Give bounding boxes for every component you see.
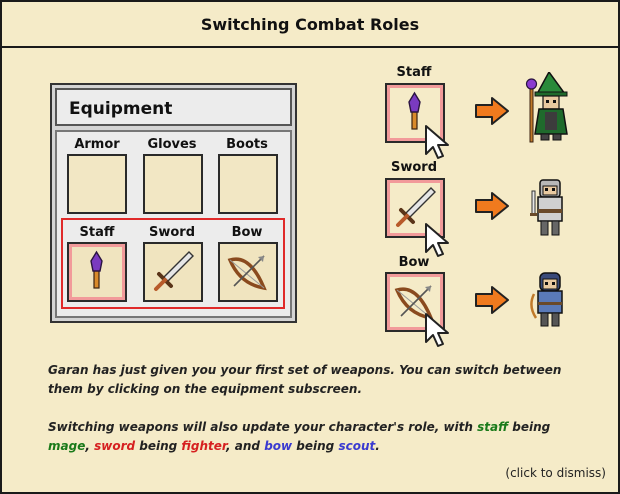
gloves-label: Gloves <box>147 137 197 152</box>
bow-slot[interactable] <box>218 242 278 302</box>
staff-slot[interactable] <box>67 242 127 302</box>
info-line-1: Garan has just given you your first set … <box>48 363 562 396</box>
gloves-slot[interactable] <box>143 154 203 214</box>
bow-label: Bow <box>231 225 263 240</box>
info-line-2: Switching weapons will also update your … <box>48 418 588 456</box>
right-arrow-icon <box>475 192 509 220</box>
sword-word: sword <box>94 439 136 453</box>
mage-character <box>525 72 568 143</box>
period-text: . <box>375 439 380 453</box>
right-arrow-icon <box>475 97 509 125</box>
armor-slot[interactable] <box>67 154 127 214</box>
scout-character <box>530 272 563 327</box>
sword-slot[interactable] <box>143 242 203 302</box>
mage-word: mage <box>48 439 86 453</box>
dismiss-hint[interactable]: (click to dismiss) <box>505 466 606 480</box>
bow-icon <box>227 255 267 291</box>
staff-word: staff <box>477 420 509 434</box>
being-text: being <box>508 420 555 434</box>
role-sword-label: Sword <box>390 160 438 175</box>
role-staff-label: Staff <box>396 65 432 80</box>
staff-icon <box>90 250 103 289</box>
bow-word: bow <box>264 439 293 453</box>
info-line-2-prefix: Switching weapons will also update your … <box>48 420 473 434</box>
equipment-header: Equipment <box>55 88 292 126</box>
mouse-cursor-icon <box>425 125 449 159</box>
sword-label: Sword <box>148 225 196 240</box>
boots-slot[interactable] <box>218 154 278 214</box>
panel-title: Switching Combat Roles <box>2 2 618 48</box>
comma-text: , <box>85 439 95 453</box>
mouse-cursor-icon <box>425 313 449 347</box>
boots-label: Boots <box>226 137 268 152</box>
role-bow-label: Bow <box>398 255 430 270</box>
fighter-word: fighter <box>181 439 227 453</box>
scout-word: scout <box>338 439 376 453</box>
armor-label: Armor <box>74 137 120 152</box>
being-text: being <box>135 439 182 453</box>
and-text: , and <box>226 439 265 453</box>
right-arrow-icon <box>475 286 509 314</box>
being-text: being <box>292 439 339 453</box>
tutorial-text: Garan has just given you your first set … <box>48 361 588 475</box>
mouse-cursor-icon <box>425 223 449 257</box>
staff-label: Staff <box>79 225 115 240</box>
sword-icon <box>154 251 194 291</box>
fighter-character <box>530 179 563 236</box>
